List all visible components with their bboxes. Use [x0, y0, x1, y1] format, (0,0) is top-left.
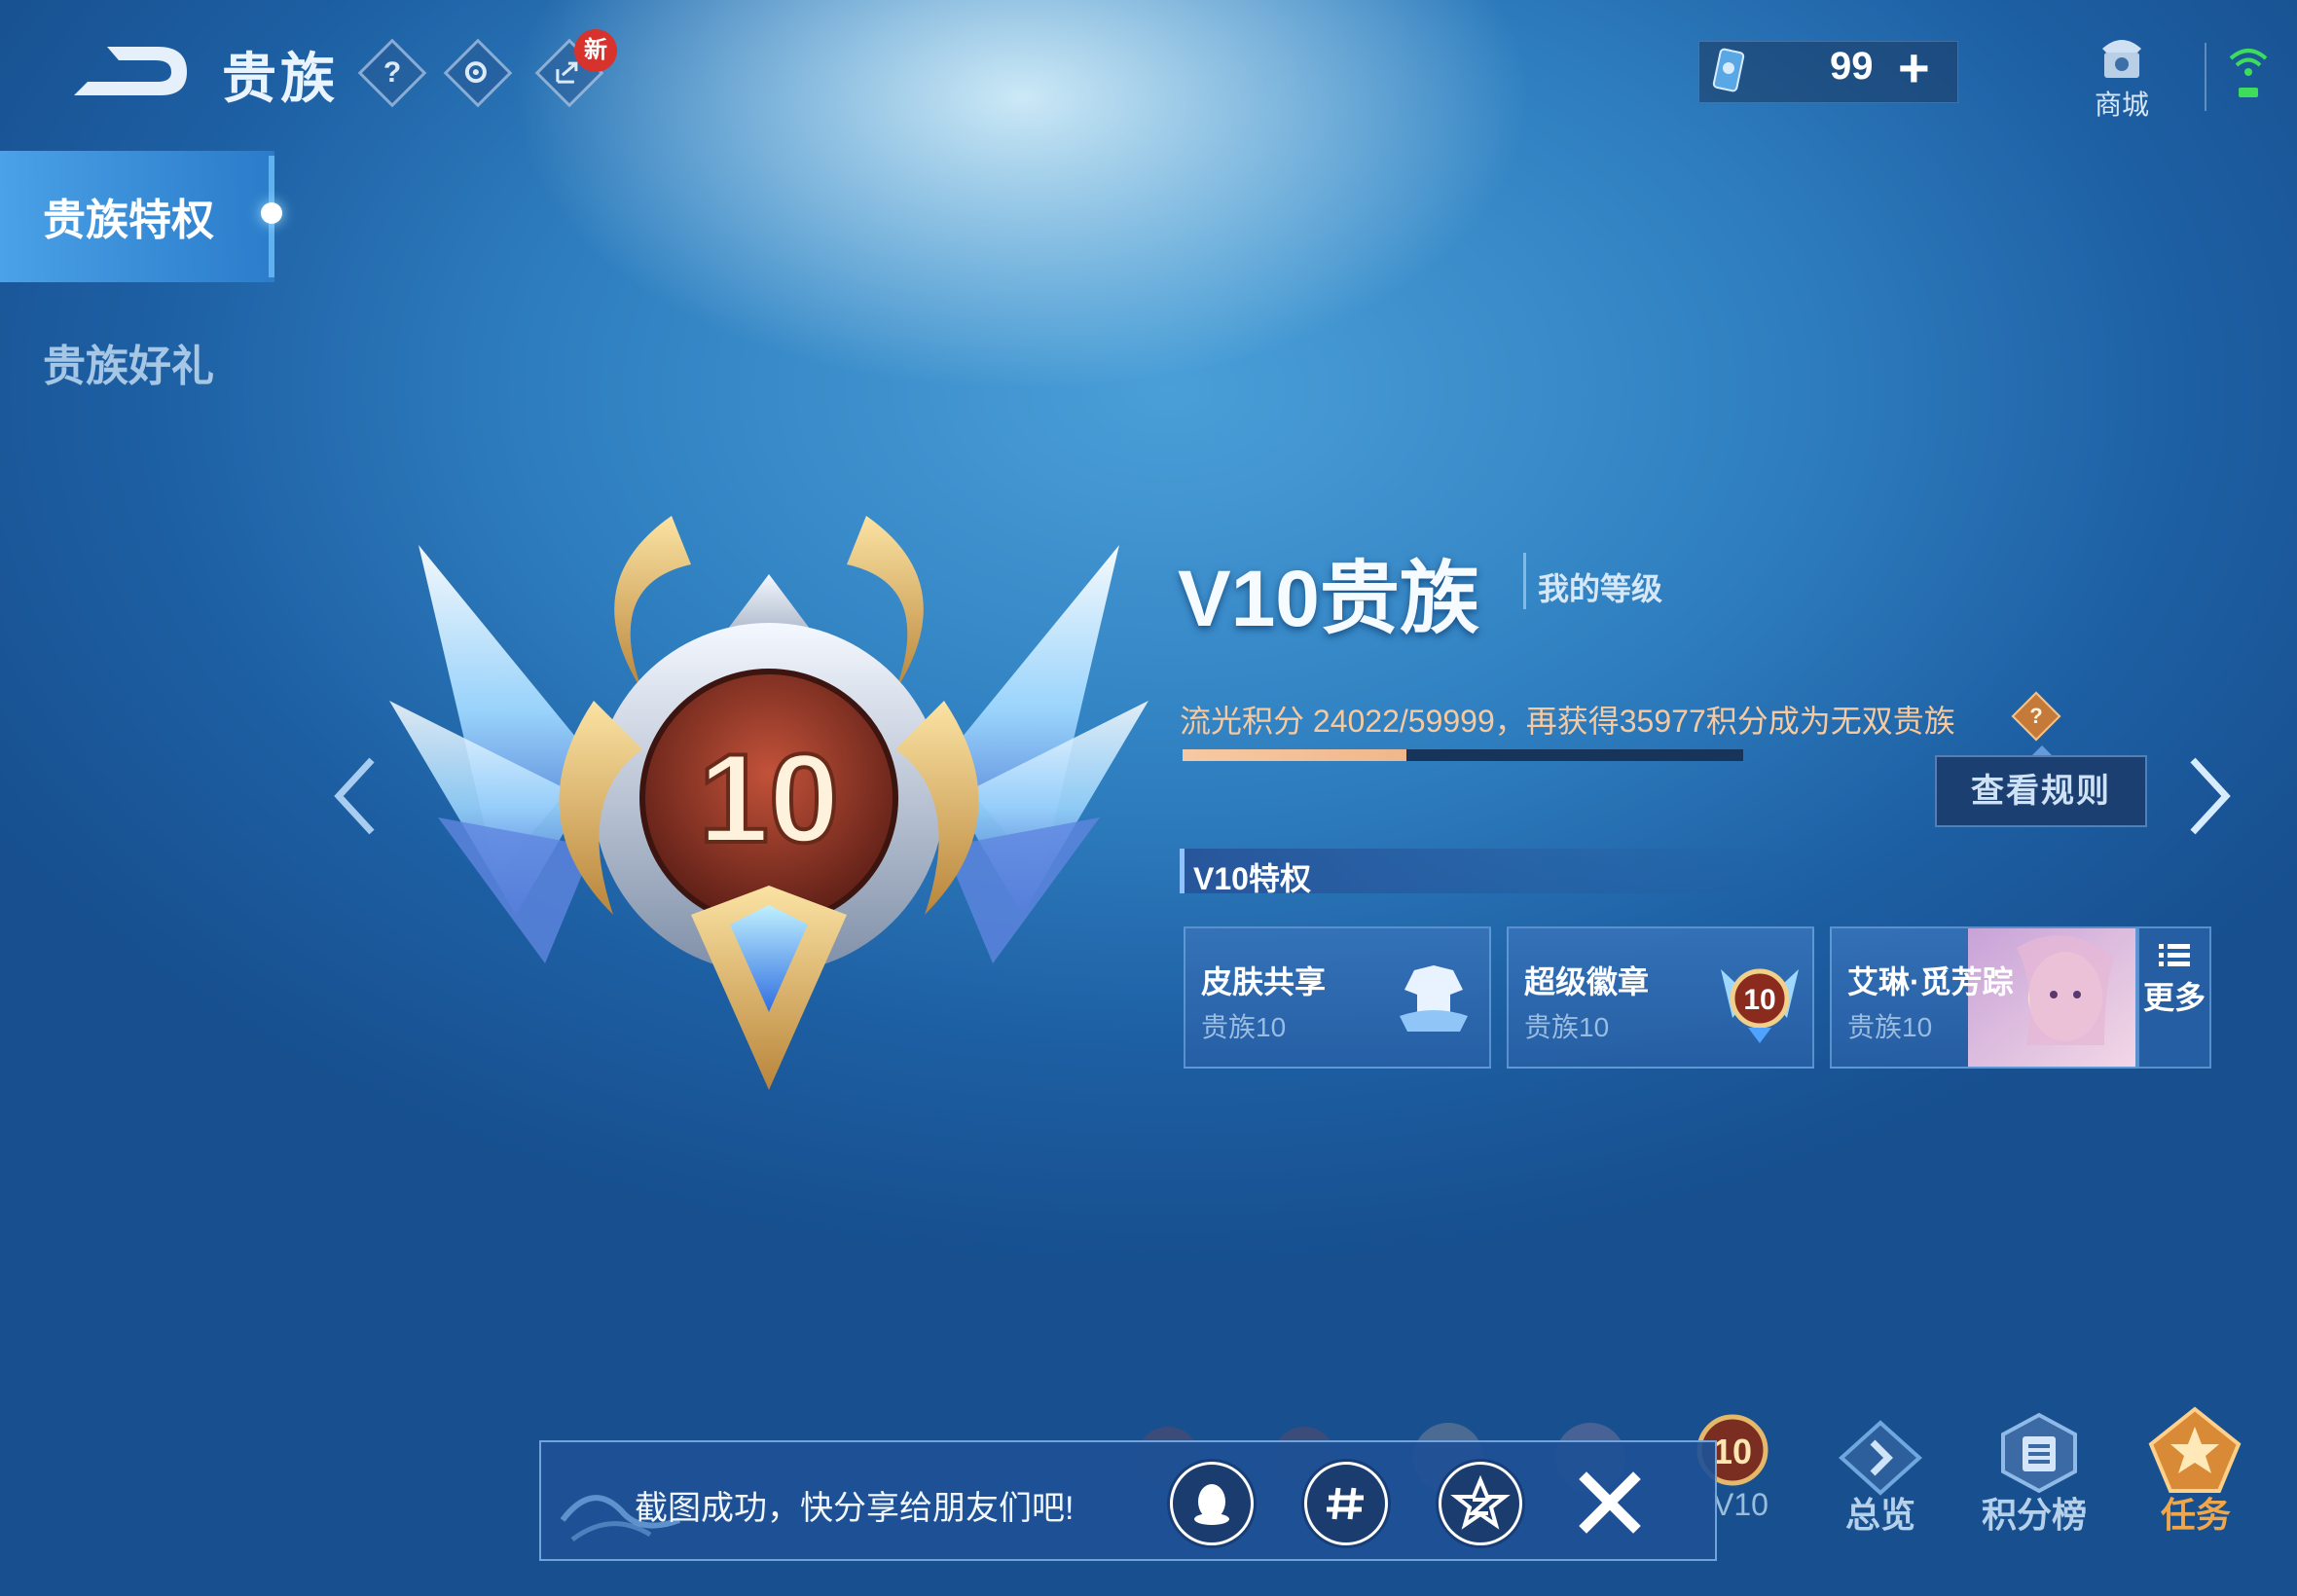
privilege-card-level: 贵族10: [1201, 1012, 1287, 1042]
ranking-icon[interactable]: [1995, 1411, 2083, 1494]
question-icon: ?: [2029, 704, 2043, 728]
gear-icon: [455, 51, 497, 99]
share-qq-button[interactable]: [1170, 1462, 1254, 1545]
points-progress-fill: [1183, 749, 1407, 761]
privilege-card-name: 艾琳·觅芳踪: [1847, 964, 2014, 999]
toast-message: 截图成功，快分享给朋友们吧!: [635, 1490, 1075, 1527]
close-icon[interactable]: [1575, 1468, 1645, 1538]
voucher-icon: [1712, 48, 1745, 92]
new-badge: 新: [574, 29, 617, 72]
star-icon: [1450, 1474, 1511, 1530]
emblem-level-number: 10: [699, 727, 840, 869]
task-icon[interactable]: [2141, 1405, 2248, 1498]
screenshot-share-toast: 截图成功，快分享给朋友们吧!: [539, 1440, 1717, 1561]
sidebar-item-gift[interactable]: 贵族好礼: [43, 331, 214, 393]
privilege-card-skin-share[interactable]: 皮肤共享 贵族10: [1184, 926, 1491, 1069]
shop-label[interactable]: 商城: [2095, 84, 2149, 123]
share-wechat-moments-button[interactable]: [1304, 1462, 1388, 1545]
points-progress-bar: [1183, 749, 1743, 761]
currency-value: 99: [1830, 45, 1874, 88]
next-level-arrow[interactable]: [2185, 754, 2234, 838]
privilege-card-super-badge[interactable]: 超级徽章 贵族10 10: [1507, 926, 1814, 1069]
skin-share-icon: [1400, 965, 1468, 1032]
level-strip-label[interactable]: V10: [1713, 1487, 1768, 1523]
add-currency-button[interactable]: +: [1898, 39, 1930, 97]
badge-icon-number: 10: [1743, 984, 1775, 1016]
rules-button-notch: [2032, 745, 2052, 755]
level-title: V10贵族: [1178, 555, 1479, 643]
view-rules-button[interactable]: 查看规则: [1935, 755, 2147, 827]
previous-level-arrow[interactable]: [331, 754, 380, 838]
v10-emblem: 10: [389, 516, 1148, 1090]
overview-icon[interactable]: [1834, 1419, 1927, 1497]
privilege-card-name: 皮肤共享: [1201, 964, 1327, 999]
hashtag-icon: [1327, 1487, 1364, 1520]
my-level-label: 我的等级: [1538, 571, 1663, 606]
overview-label[interactable]: 总览: [1845, 1487, 1915, 1538]
shop-icon[interactable]: [2095, 29, 2149, 82]
sidebar-item-privilege[interactable]: 贵族特权: [43, 185, 214, 247]
privilege-card-name: 超级徽章: [1524, 964, 1650, 999]
settings-button[interactable]: [443, 38, 513, 108]
page-title: 贵族: [222, 48, 339, 109]
title-separator: [1523, 553, 1526, 609]
back-button[interactable]: [68, 39, 190, 102]
share-qzone-button[interactable]: [1439, 1462, 1522, 1545]
help-button[interactable]: ?: [357, 38, 427, 108]
privilege-card-level: 贵族10: [1847, 1012, 1933, 1042]
privilege-card-level: 贵族10: [1524, 1012, 1610, 1042]
points-help-button[interactable]: ?: [2011, 691, 2061, 742]
privilege-card-hero-skin[interactable]: 艾琳·觅芳踪 贵族10: [1830, 926, 2137, 1069]
list-icon: [2159, 944, 2190, 966]
qq-icon: [1194, 1484, 1229, 1525]
sidebar-active-dot: [261, 202, 282, 224]
task-label[interactable]: 任务: [2161, 1487, 2231, 1538]
divider: [2205, 43, 2206, 111]
wifi-icon: [2229, 49, 2268, 97]
badge-icon: 10: [1721, 968, 1799, 1043]
level-10-badge-number: 10: [1713, 1432, 1752, 1471]
more-label: 更多: [2142, 980, 2206, 1015]
help-icon: ?: [383, 56, 402, 89]
ranking-label[interactable]: 积分榜: [1982, 1487, 2087, 1538]
more-privileges-button[interactable]: 更多: [2137, 926, 2211, 1069]
privileges-header: V10特权: [1193, 861, 1311, 896]
points-text: 流光积分 24022/59999，再获得35977积分成为无双贵族: [1180, 704, 1955, 739]
